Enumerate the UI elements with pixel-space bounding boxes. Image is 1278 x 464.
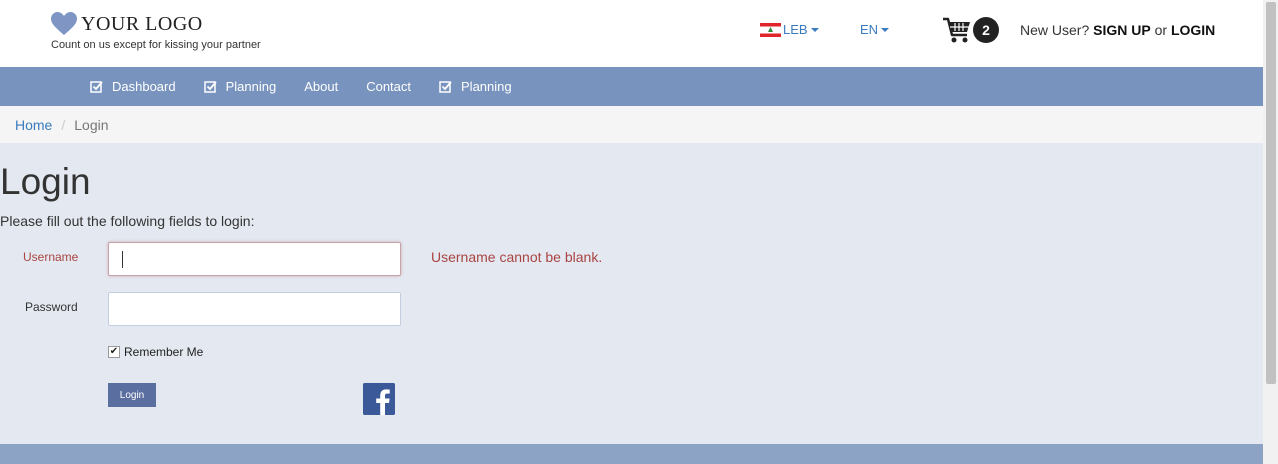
caret-down-icon [881, 27, 890, 32]
language-selector-label: EN [860, 22, 879, 37]
facebook-icon [363, 383, 395, 415]
page: YOUR LOGO Count on us except for kissing… [0, 0, 1263, 464]
vertical-scrollbar[interactable] [1263, 0, 1278, 464]
page-subtitle: Please fill out the following fields to … [0, 213, 255, 229]
heart-icon [51, 12, 77, 35]
footer-bar [0, 444, 1263, 464]
cart-count-badge: 2 [973, 17, 999, 43]
caret-down-icon [810, 27, 819, 32]
tagline: Count on us except for kissing your part… [51, 39, 261, 51]
main-navbar: Dashboard Planning About Contact Plannin… [0, 67, 1263, 106]
nav-item-contact[interactable]: Contact [366, 79, 411, 94]
username-input[interactable] [108, 242, 401, 276]
username-error-message: Username cannot be blank. [431, 249, 603, 265]
breadcrumb-separator: / [61, 116, 66, 133]
breadcrumb: Home / Login [0, 106, 1263, 143]
lebanon-flag-icon [760, 22, 781, 37]
logo[interactable]: YOUR LOGO Count on us except for kissing… [51, 12, 261, 51]
or-text: or [1154, 22, 1168, 38]
nav-item-planning-2[interactable]: Planning [439, 79, 512, 94]
header: YOUR LOGO Count on us except for kissing… [0, 0, 1263, 67]
language-selector[interactable]: EN [860, 22, 890, 37]
facebook-login-button[interactable] [363, 383, 395, 415]
nav-item-dashboard[interactable]: Dashboard [90, 79, 176, 94]
logo-text: YOUR LOGO [81, 12, 203, 35]
signup-link[interactable]: SIGN UP [1093, 22, 1151, 38]
nav-item-about[interactable]: About [304, 79, 338, 94]
shopping-cart-icon [943, 17, 970, 43]
username-label: Username [23, 250, 79, 264]
check-square-icon [203, 81, 217, 93]
scrollbar-thumb[interactable] [1266, 2, 1276, 384]
nav-item-label: Planning [461, 79, 512, 94]
nav-item-label: Planning [225, 79, 277, 94]
auth-links: New User? SIGN UP or LOGIN [1020, 22, 1215, 38]
breadcrumb-home[interactable]: Home [15, 117, 52, 133]
remember-me-label: Remember Me [124, 345, 204, 359]
country-selector-label: LEB [783, 22, 808, 37]
cart-button[interactable]: 2 [942, 16, 999, 44]
country-selector[interactable]: LEB [760, 22, 819, 37]
breadcrumb-current: Login [74, 116, 109, 133]
nav-item-label: About [304, 79, 339, 94]
check-square-icon [439, 81, 452, 93]
check-square-icon [90, 81, 103, 93]
remember-me-checkbox[interactable]: ✔ [108, 346, 120, 358]
password-input[interactable] [108, 292, 401, 326]
text-cursor [122, 251, 123, 268]
nav-item-planning[interactable]: Planning [203, 79, 277, 94]
page-title: Login [0, 161, 91, 202]
remember-me: ✔ Remember Me [108, 345, 203, 359]
login-button[interactable]: Login [108, 383, 156, 407]
nav-item-label: Contact [366, 79, 412, 94]
nav-item-label: Dashboard [112, 79, 176, 94]
password-label: Password [25, 300, 78, 314]
login-link[interactable]: LOGIN [1171, 22, 1215, 38]
login-section: Login Please fill out the following fiel… [0, 143, 1263, 444]
new-user-text: New User? [1020, 22, 1090, 38]
